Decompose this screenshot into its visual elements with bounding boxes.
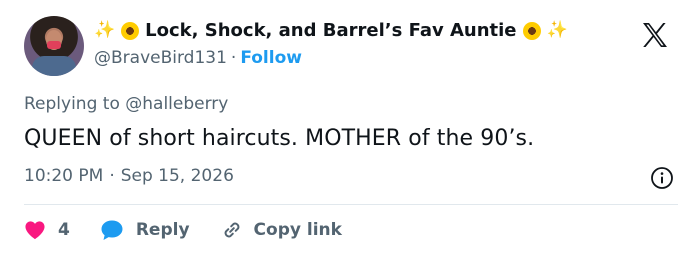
sparkles-icon: ✨ bbox=[94, 20, 116, 40]
author-name-row[interactable]: ✨ Lock, Shock, and Barrel’s Fav Auntie ✨ bbox=[94, 20, 568, 41]
copy-link-button[interactable]: Copy link bbox=[220, 218, 342, 242]
avatar[interactable] bbox=[24, 16, 84, 76]
user-handle[interactable]: @BraveBird131 bbox=[94, 48, 227, 68]
tweet-meta[interactable]: 10:20 PM · Sep 15, 2026 bbox=[24, 166, 234, 186]
x-logo-icon[interactable] bbox=[640, 20, 670, 50]
avatar-mask bbox=[47, 41, 61, 49]
info-icon[interactable] bbox=[650, 166, 674, 190]
follow-button[interactable]: Follow bbox=[240, 48, 302, 68]
like-count: 4 bbox=[58, 220, 70, 240]
avatar-shirt bbox=[32, 56, 76, 76]
tweet-date[interactable]: Sep 15, 2026 bbox=[121, 166, 234, 186]
heart-icon bbox=[25, 221, 45, 240]
like-button[interactable]: 4 bbox=[24, 220, 70, 240]
handle-row: @BraveBird131 · Follow bbox=[94, 48, 302, 68]
reply-context: Replying to @halleberry bbox=[24, 94, 228, 114]
reply-button[interactable]: Reply bbox=[100, 219, 190, 241]
sunflower-icon bbox=[121, 21, 140, 40]
tweet-text: QUEEN of short haircuts. MOTHER of the 9… bbox=[24, 126, 535, 151]
sparkles-icon: ✨ bbox=[546, 20, 568, 40]
separator-dot: · bbox=[230, 48, 237, 68]
tweet-time[interactable]: 10:20 PM bbox=[24, 166, 103, 186]
divider bbox=[24, 204, 678, 205]
sunflower-icon bbox=[522, 21, 541, 40]
link-icon bbox=[224, 222, 239, 238]
copy-link-label: Copy link bbox=[253, 220, 342, 240]
reply-label: Reply bbox=[135, 220, 190, 240]
reply-mention[interactable]: @halleberry bbox=[125, 94, 228, 114]
speech-bubble-icon bbox=[101, 220, 123, 240]
display-name[interactable]: Lock, Shock, and Barrel’s Fav Auntie bbox=[145, 20, 516, 41]
reply-prefix: Replying to bbox=[24, 94, 120, 114]
action-bar: 4 Reply Copy link bbox=[24, 216, 342, 244]
separator-dot: · bbox=[109, 166, 115, 186]
